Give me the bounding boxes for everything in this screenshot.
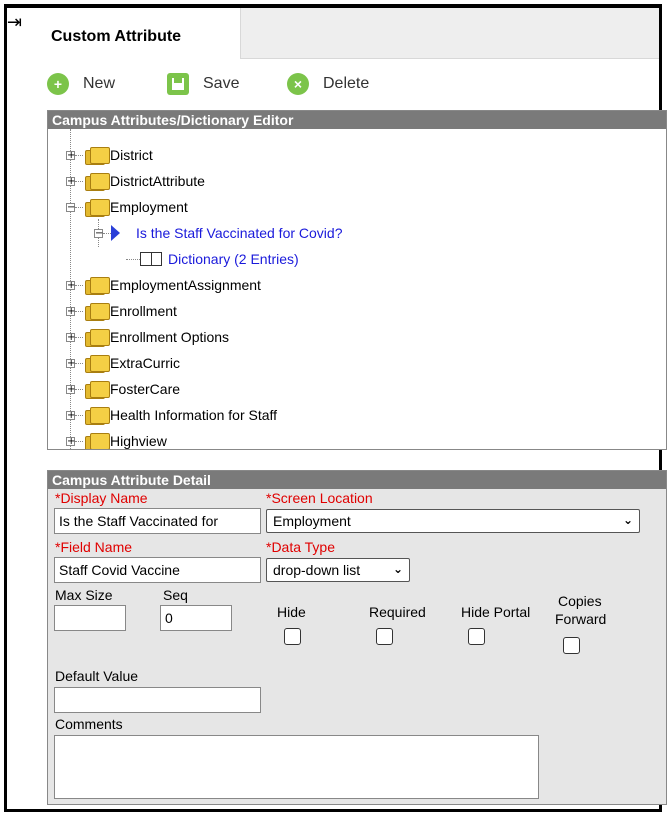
tree-node-employment[interactable]: − Employment — [66, 195, 188, 219]
screen-location-value: Employment — [273, 513, 351, 529]
tree-node-label: EmploymentAssignment — [110, 277, 261, 293]
copies-forward-label-line2: Forward — [555, 611, 607, 627]
hide-portal-checkbox[interactable] — [468, 628, 485, 645]
display-name-field[interactable]: Is the Staff Vaccinated for — [54, 508, 261, 534]
expand-icon[interactable]: + — [66, 150, 75, 160]
chevron-down-icon: ⌄ — [622, 513, 633, 527]
save-icon — [167, 73, 189, 95]
tree-node-employmentassignment[interactable]: + EmploymentAssignment — [66, 273, 261, 297]
folder-icon — [83, 276, 110, 295]
new-button-label: New — [83, 75, 116, 92]
attribute-detail-panel: Campus Attribute Detail *Display Name *S… — [47, 470, 667, 805]
tab-label: Custom Attribute — [51, 28, 182, 45]
tree-node-label: ExtraCurric — [110, 355, 181, 371]
tree-node-fostercare[interactable]: + FosterCare — [66, 377, 180, 401]
seq-field[interactable]: 0 — [160, 605, 232, 631]
tree-node-label: Employment — [110, 199, 188, 215]
collapse-icon[interactable]: − — [94, 228, 103, 238]
folder-icon — [83, 432, 110, 449]
tree-node-enrollment[interactable]: + Enrollment — [66, 299, 177, 323]
required-label: Required — [369, 604, 426, 620]
expand-icon[interactable]: + — [66, 306, 75, 316]
attribute-marker-icon — [111, 225, 120, 241]
field-name-field[interactable]: Staff Covid Vaccine — [54, 557, 261, 583]
tree-node-label: Enrollment — [110, 303, 177, 319]
required-checkbox[interactable] — [376, 628, 393, 645]
new-button[interactable]: + New — [47, 66, 115, 102]
tree-node-vaccinated-attribute[interactable]: − Is the Staff Vaccinated for Covid? — [94, 221, 343, 245]
expand-icon[interactable]: + — [66, 358, 75, 368]
expand-panel-icon[interactable]: ⇥ — [7, 14, 22, 32]
data-type-value: drop-down list — [273, 562, 361, 578]
tree-panel-title: Campus Attributes/Dictionary Editor — [48, 111, 666, 129]
tree-node-enrollment-options[interactable]: + Enrollment Options — [66, 325, 229, 349]
tree-node-district[interactable]: + District — [66, 143, 153, 167]
chevron-down-icon: ⌄ — [392, 562, 403, 576]
folder-icon — [83, 146, 110, 165]
tab-bar: Custom Attribute — [40, 8, 659, 59]
tree-node-label: Health Information for Staff — [110, 407, 278, 423]
folder-icon — [83, 198, 110, 217]
tree-node-highview[interactable]: + Highview — [66, 429, 167, 449]
tree-node-label: Is the Staff Vaccinated for Covid? — [136, 225, 343, 241]
folder-icon — [83, 328, 110, 347]
delete-icon: × — [287, 73, 309, 95]
screen-location-label: *Screen Location — [266, 490, 373, 506]
tree-node-extracurric[interactable]: + ExtraCurric — [66, 351, 180, 375]
expand-icon[interactable]: + — [66, 436, 75, 446]
expand-icon[interactable]: + — [66, 410, 75, 420]
collapse-icon[interactable]: − — [66, 202, 75, 212]
window-frame: ⇥ Custom Attribute + New Save × Delete C… — [4, 4, 667, 812]
tree-node-label: District — [110, 147, 153, 163]
seq-label: Seq — [163, 587, 188, 603]
tree-node-dictionary[interactable]: Dictionary (2 Entries) — [126, 247, 299, 271]
save-button-label: Save — [203, 75, 240, 92]
save-button[interactable]: Save — [167, 66, 239, 102]
copies-forward-label-line1: Copies — [558, 593, 602, 609]
tree-node-districtattribute[interactable]: + DistrictAttribute — [66, 169, 205, 193]
delete-button-label: Delete — [323, 75, 370, 92]
tree-node-label: FosterCare — [110, 381, 181, 397]
max-size-field[interactable] — [54, 605, 126, 631]
hide-checkbox[interactable] — [284, 628, 301, 645]
expand-icon[interactable]: + — [66, 384, 75, 394]
tree-node-label: DistrictAttribute — [110, 173, 205, 189]
hide-portal-label: Hide Portal — [461, 604, 531, 620]
detail-panel-title: Campus Attribute Detail — [48, 471, 666, 489]
default-value-label: Default Value — [55, 668, 139, 684]
data-type-select[interactable]: drop-down list ⌄ — [266, 558, 410, 582]
folder-icon — [83, 302, 110, 321]
folder-icon — [83, 406, 110, 425]
tree-node-label: Enrollment Options — [110, 329, 230, 345]
max-size-label: Max Size — [55, 587, 113, 603]
field-name-label: *Field Name — [55, 539, 133, 555]
delete-button[interactable]: × Delete — [287, 66, 369, 102]
folder-icon — [83, 380, 110, 399]
comments-textarea[interactable] — [54, 735, 539, 799]
attributes-tree-panel: Campus Attributes/Dictionary Editor + Di… — [47, 110, 667, 450]
expand-icon[interactable]: + — [66, 332, 75, 342]
plus-icon: + — [47, 73, 69, 95]
tree-node-label: Highview — [110, 433, 167, 449]
expand-icon[interactable]: + — [66, 280, 75, 290]
book-icon — [140, 252, 162, 266]
default-value-field[interactable] — [54, 687, 261, 713]
tab-custom-attribute[interactable]: Custom Attribute — [40, 8, 241, 59]
comments-label: Comments — [55, 716, 123, 732]
hide-label: Hide — [277, 604, 306, 620]
copies-forward-checkbox[interactable] — [563, 637, 580, 654]
folder-icon — [83, 354, 110, 373]
screen-location-select[interactable]: Employment ⌄ — [266, 509, 640, 533]
data-type-label: *Data Type — [266, 539, 336, 555]
folder-icon — [83, 172, 110, 191]
tree-node-label: Dictionary (2 Entries) — [168, 251, 299, 267]
display-name-label: *Display Name — [55, 490, 148, 506]
tree-node-health-information[interactable]: + Health Information for Staff — [66, 403, 277, 427]
expand-icon[interactable]: + — [66, 176, 75, 186]
